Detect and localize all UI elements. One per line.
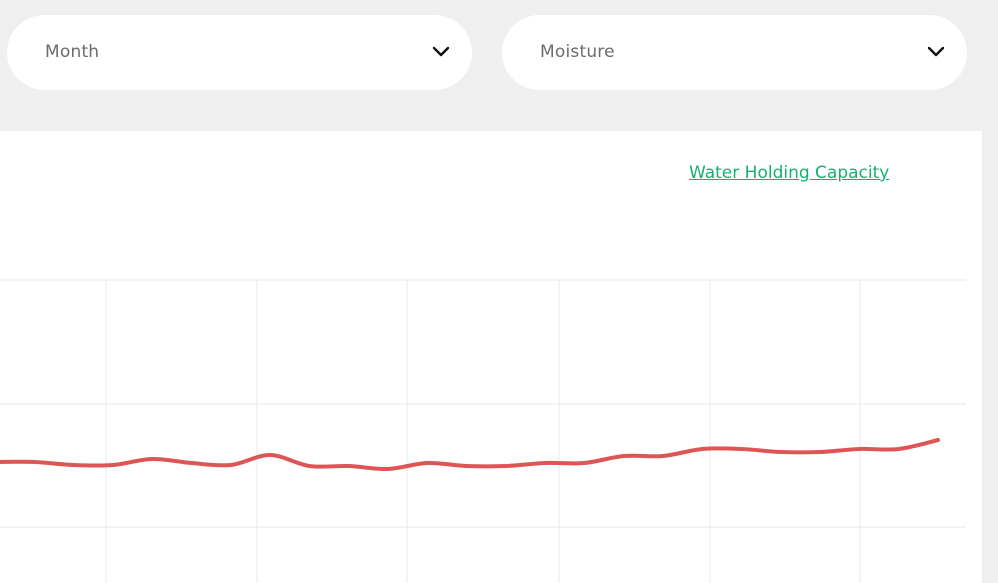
filter-bar: Month Moisture [0, 0, 998, 131]
period-select-value: Month [45, 42, 100, 62]
metric-select[interactable]: Moisture [502, 15, 967, 90]
metric-select-value: Moisture [540, 42, 615, 62]
period-select[interactable]: Month [7, 15, 472, 90]
series-line-0 [0, 438, 940, 472]
line-chart [0, 279, 966, 583]
legend-water-holding-capacity[interactable]: Water Holding Capacity [689, 163, 889, 183]
chevron-down-icon [432, 46, 450, 57]
chart-series [0, 438, 940, 472]
chart-grid [0, 279, 966, 583]
chevron-down-icon [927, 46, 945, 57]
